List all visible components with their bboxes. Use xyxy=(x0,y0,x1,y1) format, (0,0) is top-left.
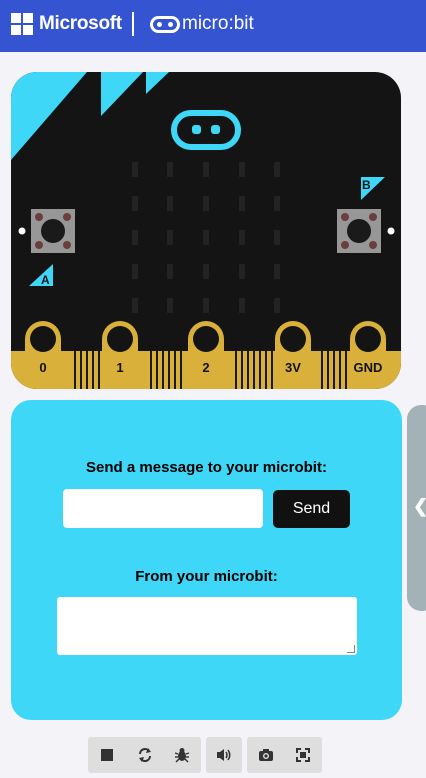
pin-2[interactable]: 2 xyxy=(188,321,224,389)
receive-output[interactable] xyxy=(57,597,357,655)
svg-text:2: 2 xyxy=(202,360,209,375)
pin-0[interactable]: 0 xyxy=(25,321,61,389)
button-b-label: B xyxy=(362,178,371,192)
send-button[interactable]: Send xyxy=(273,490,350,528)
message-input[interactable] xyxy=(63,489,263,528)
view-controls xyxy=(247,737,322,773)
mute-button[interactable] xyxy=(206,737,242,773)
microsoft-logo-icon xyxy=(11,13,33,35)
volume-icon xyxy=(217,749,231,761)
svg-text:0: 0 xyxy=(39,360,46,375)
debug-icon xyxy=(174,748,190,763)
send-message-label: Send a message to your microbit: xyxy=(86,459,327,476)
pin-3v[interactable]: 3V xyxy=(275,321,311,389)
stop-icon xyxy=(100,749,113,761)
pin-1[interactable]: 1 xyxy=(102,321,138,389)
resize-grip-icon[interactable] xyxy=(347,645,355,653)
screenshot-button[interactable] xyxy=(247,737,285,773)
pin-gnd[interactable]: GND xyxy=(350,321,386,389)
button-b[interactable] xyxy=(337,209,381,253)
screenshot-icon xyxy=(258,749,273,761)
fullscreen-icon xyxy=(296,748,311,762)
svg-text:1: 1 xyxy=(116,360,123,375)
fullscreen-button[interactable] xyxy=(285,737,323,773)
simulator-controls xyxy=(88,737,201,773)
top-bar: Microsoft micro:bit xyxy=(0,0,426,52)
serial-panel: Send a message to your microbit: Send Fr… xyxy=(11,400,402,720)
restart-icon xyxy=(138,748,151,762)
stop-button[interactable] xyxy=(88,737,126,773)
svg-text:GND: GND xyxy=(354,360,383,375)
product-name: micro:bit xyxy=(182,13,254,34)
button-a[interactable] xyxy=(31,209,75,253)
restart-button[interactable] xyxy=(126,737,164,773)
receive-label: From your microbit: xyxy=(135,568,278,585)
svg-text:3V: 3V xyxy=(285,360,301,375)
debug-button[interactable] xyxy=(163,737,201,773)
audio-controls xyxy=(206,737,242,773)
chevron-left-icon: ❮ xyxy=(413,496,426,517)
header-divider xyxy=(132,12,134,36)
brand-name: Microsoft xyxy=(39,13,122,34)
microbit-simulator[interactable]: A B 0 1 2 3V GND xyxy=(11,72,403,390)
button-a-label: A xyxy=(41,273,50,287)
collapse-panel-tab[interactable]: ❮ xyxy=(407,405,426,611)
microbit-logo-icon xyxy=(150,16,180,33)
